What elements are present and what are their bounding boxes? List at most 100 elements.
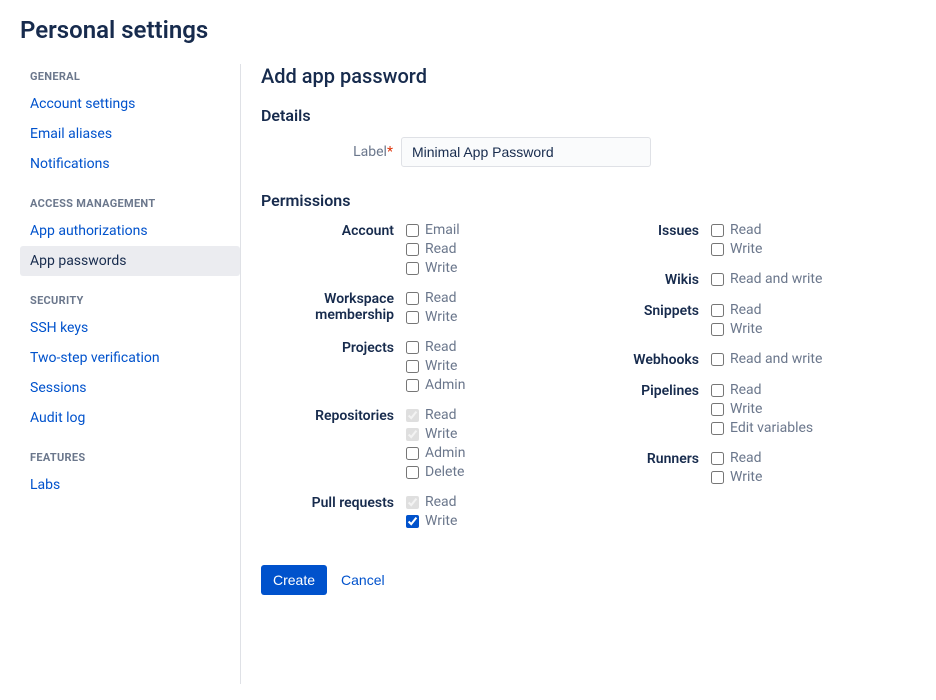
permission-checkbox[interactable] bbox=[711, 384, 724, 397]
permission-options: Read Write Admin Delete bbox=[406, 407, 465, 480]
permission-option-label: Write bbox=[425, 309, 457, 325]
sidebar-item[interactable]: Notifications bbox=[20, 149, 240, 179]
permission-option-label: Write bbox=[730, 241, 762, 257]
permission-option[interactable]: Read bbox=[711, 382, 813, 398]
permission-option[interactable]: Write bbox=[406, 309, 457, 325]
label-text: Label bbox=[353, 144, 387, 160]
permission-option[interactable]: Email bbox=[406, 222, 460, 238]
sidebar-item[interactable]: Email aliases bbox=[20, 119, 240, 149]
permission-option[interactable]: Read bbox=[406, 494, 457, 510]
permissions-heading: Permissions bbox=[261, 191, 916, 210]
permission-option[interactable]: Delete bbox=[406, 464, 465, 480]
permission-option[interactable]: Write bbox=[711, 321, 762, 337]
permission-option[interactable]: Read bbox=[711, 222, 762, 238]
permission-option[interactable]: Admin bbox=[406, 377, 465, 393]
permission-option[interactable]: Write bbox=[711, 241, 762, 257]
permission-option[interactable]: Write bbox=[406, 426, 465, 442]
permission-checkbox[interactable] bbox=[406, 341, 419, 354]
permission-group-label: Account bbox=[261, 222, 406, 276]
sidebar-item[interactable]: Sessions bbox=[20, 373, 240, 403]
permission-checkbox[interactable] bbox=[711, 243, 724, 256]
permission-option[interactable]: Write bbox=[711, 401, 813, 417]
permission-options: Read Write bbox=[711, 222, 762, 257]
permission-group: Account Email Read Write bbox=[261, 222, 581, 276]
create-button[interactable]: Create bbox=[261, 565, 327, 595]
permission-checkbox[interactable] bbox=[406, 379, 419, 392]
permission-options: Read Write bbox=[711, 450, 762, 485]
sidebar-item[interactable]: App authorizations bbox=[20, 216, 240, 246]
permission-option[interactable]: Read and write bbox=[711, 351, 822, 367]
permission-option[interactable]: Read bbox=[711, 450, 762, 466]
cancel-button[interactable]: Cancel bbox=[341, 572, 385, 588]
permission-checkbox[interactable] bbox=[406, 262, 419, 275]
permission-group: SnippetsReadWrite bbox=[581, 302, 916, 337]
permission-option[interactable]: Write bbox=[406, 513, 457, 529]
permission-option[interactable]: Read bbox=[406, 290, 457, 306]
permission-option[interactable]: Read and write bbox=[711, 271, 822, 287]
sidebar-item[interactable]: Labs bbox=[20, 470, 240, 500]
permission-options: Read Write Edit variables bbox=[711, 382, 813, 436]
permission-group-label: Workspace membership bbox=[261, 290, 406, 325]
permission-checkbox[interactable] bbox=[711, 273, 724, 286]
permission-checkbox[interactable] bbox=[406, 466, 419, 479]
permission-checkbox[interactable] bbox=[406, 360, 419, 373]
permission-options: Read and write bbox=[711, 271, 822, 288]
permission-option[interactable]: Read bbox=[711, 302, 762, 318]
permission-option-label: Read bbox=[730, 222, 762, 238]
permission-option[interactable]: Read bbox=[406, 241, 460, 257]
permission-option-label: Read bbox=[425, 494, 457, 510]
permission-group: ProjectsReadWriteAdmin bbox=[261, 339, 581, 393]
sidebar-section-title: SECURITY bbox=[20, 288, 240, 313]
permission-group: IssuesReadWrite bbox=[581, 222, 916, 257]
permission-checkbox[interactable] bbox=[711, 323, 724, 336]
permission-option-label: Write bbox=[730, 401, 762, 417]
sidebar-item[interactable]: Two-step verification bbox=[20, 343, 240, 373]
permission-checkbox[interactable] bbox=[711, 471, 724, 484]
permission-option[interactable]: Admin bbox=[406, 445, 465, 461]
permission-option-label: Read bbox=[425, 339, 457, 355]
permission-option[interactable]: Write bbox=[406, 260, 460, 276]
permission-group: Workspace membershipRead Write bbox=[261, 290, 581, 325]
permission-checkbox[interactable] bbox=[406, 292, 419, 305]
sidebar-item[interactable]: Audit log bbox=[20, 403, 240, 433]
permission-option-label: Read and write bbox=[730, 271, 822, 287]
details-heading: Details bbox=[261, 106, 916, 125]
permission-group: Pull requests Read Write bbox=[261, 494, 581, 529]
permission-option[interactable]: Write bbox=[406, 358, 465, 374]
sidebar-item[interactable]: SSH keys bbox=[20, 313, 240, 343]
permission-option[interactable]: Edit variables bbox=[711, 420, 813, 436]
permission-group: RunnersRead Write bbox=[581, 450, 916, 485]
permission-checkbox[interactable] bbox=[406, 243, 419, 256]
permission-option-label: Edit variables bbox=[730, 420, 813, 436]
permission-group-label: Webhooks bbox=[581, 351, 711, 368]
permission-group-label: Runners bbox=[581, 450, 711, 485]
permission-options: Read and write bbox=[711, 351, 822, 368]
permission-option-label: Read and write bbox=[730, 351, 822, 367]
permission-checkbox[interactable] bbox=[406, 311, 419, 324]
permission-checkbox[interactable] bbox=[711, 304, 724, 317]
permission-option[interactable]: Write bbox=[711, 469, 762, 485]
permission-checkbox[interactable] bbox=[711, 353, 724, 366]
permission-option[interactable]: Read bbox=[406, 407, 465, 423]
permission-checkbox[interactable] bbox=[406, 224, 419, 237]
permission-group-label: Pull requests bbox=[261, 494, 406, 529]
permission-option-label: Read bbox=[730, 382, 762, 398]
sidebar-item[interactable]: Account settings bbox=[20, 89, 240, 119]
permission-checkbox[interactable] bbox=[711, 452, 724, 465]
sidebar-item[interactable]: App passwords bbox=[20, 246, 240, 276]
permission-checkbox[interactable] bbox=[406, 515, 419, 528]
permission-group: Webhooks Read and write bbox=[581, 351, 916, 368]
permission-option-label: Delete bbox=[425, 464, 464, 480]
permission-option[interactable]: Read bbox=[406, 339, 465, 355]
permission-options: Read Write Admin bbox=[406, 339, 465, 393]
permission-checkbox[interactable] bbox=[711, 224, 724, 237]
permission-group: RepositoriesReadWriteAdminDelete bbox=[261, 407, 581, 480]
sidebar: GENERALAccount settingsEmail aliasesNoti… bbox=[20, 64, 240, 684]
permissions-col-right: IssuesReadWriteWikisRead and writeSnippe… bbox=[581, 222, 916, 543]
permission-checkbox[interactable] bbox=[406, 447, 419, 460]
permission-option-label: Email bbox=[425, 222, 460, 238]
permission-checkbox[interactable] bbox=[711, 403, 724, 416]
permission-checkbox bbox=[406, 428, 419, 441]
label-input[interactable] bbox=[401, 137, 651, 167]
permission-checkbox[interactable] bbox=[711, 422, 724, 435]
